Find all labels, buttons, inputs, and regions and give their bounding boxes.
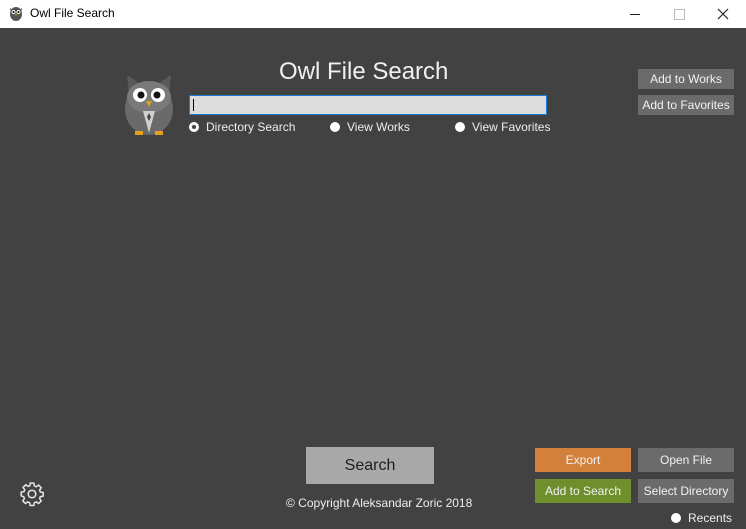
close-button[interactable] [700,0,746,28]
title-bar: Owl File Search [0,0,746,28]
main-panel: Owl File Search Directory Search View Wo… [0,28,746,529]
gear-icon[interactable] [19,481,45,507]
select-directory-button[interactable]: Select Directory [638,479,734,503]
app-window: Owl File Search Owl File Search Director… [0,0,746,529]
window-title: Owl File Search [30,6,115,20]
export-button[interactable]: Export [535,448,631,472]
search-input[interactable] [189,95,547,115]
radio-view-works[interactable]: View Works [330,120,410,134]
open-file-button[interactable]: Open File [638,448,734,472]
radio-unchecked-icon [671,513,681,523]
copyright-text: © Copyright Aleksandar Zoric 2018 [286,496,473,510]
recents-radio[interactable]: Recents [671,511,732,525]
radio-label: View Favorites [472,120,551,134]
radio-directory-search[interactable]: Directory Search [189,120,295,134]
radio-view-favorites[interactable]: View Favorites [455,120,550,134]
radio-checked-icon [189,122,199,132]
recents-label: Recents [688,511,733,525]
owl-icon [10,7,22,21]
maximize-button[interactable] [656,0,702,28]
add-to-works-button[interactable]: Add to Works [638,69,734,89]
radio-unchecked-icon [455,122,465,132]
minimize-button[interactable] [612,0,658,28]
minimize-icon [630,13,640,15]
radio-label: View Works [347,120,410,134]
maximize-icon [673,8,685,20]
owl-logo [125,75,173,135]
app-heading: Owl File Search [279,58,449,85]
close-icon [717,8,729,20]
text-caret [193,99,194,111]
search-button[interactable]: Search [306,447,434,484]
radio-label: Directory Search [206,120,296,134]
radio-unchecked-icon [330,122,340,132]
add-to-search-button[interactable]: Add to Search [535,479,631,503]
add-to-favorites-button[interactable]: Add to Favorites [638,95,734,115]
